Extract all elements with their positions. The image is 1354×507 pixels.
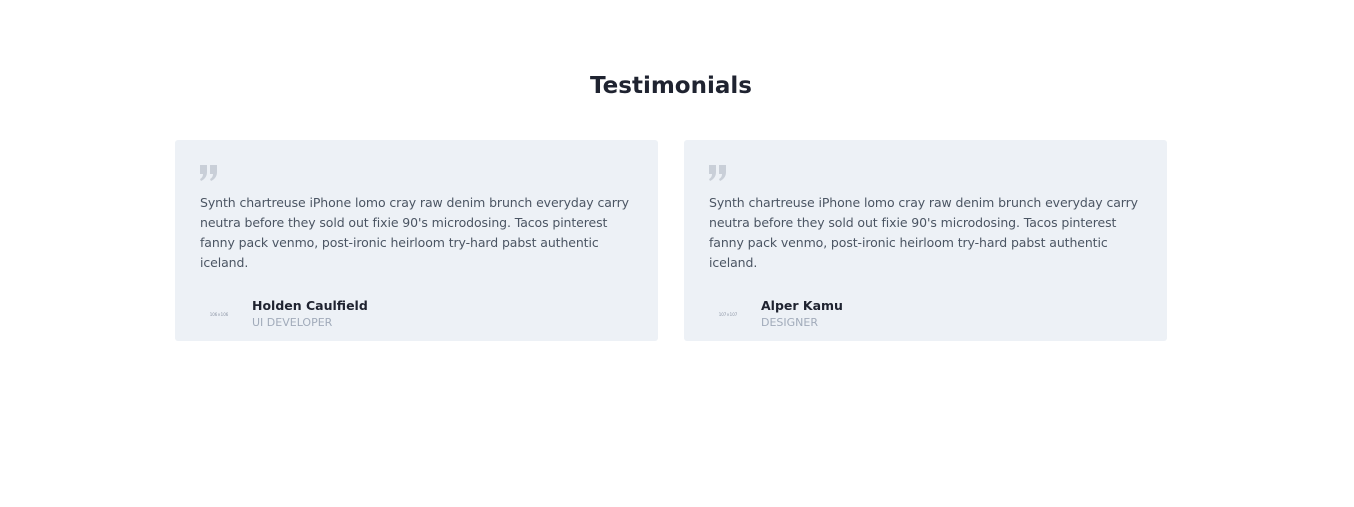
author-info: Holden Caulfield UI DEVELOPER (252, 298, 368, 330)
testimonial-card: Synth chartreuse iPhone lomo cray raw de… (684, 140, 1167, 341)
avatar-placeholder-text: 106×106 (209, 311, 229, 317)
avatar: 107×107 (709, 295, 747, 333)
avatar: 106×106 (200, 295, 238, 333)
author-info: Alper Kamu DESIGNER (761, 298, 843, 330)
testimonial-card: Synth chartreuse iPhone lomo cray raw de… (175, 140, 658, 341)
avatar-placeholder-text: 107×107 (718, 311, 738, 317)
author-role: DESIGNER (761, 316, 818, 329)
testimonial-quote: Synth chartreuse iPhone lomo cray raw de… (709, 195, 1138, 270)
testimonial-quote: Synth chartreuse iPhone lomo cray raw de… (200, 195, 629, 270)
author-name: Holden Caulfield (252, 298, 368, 313)
testimonial-author: 107×107 Alper Kamu DESIGNER (709, 295, 1142, 333)
quote-icon (200, 165, 217, 181)
author-role: UI DEVELOPER (252, 316, 333, 329)
author-name: Alper Kamu (761, 298, 843, 313)
testimonial-author: 106×106 Holden Caulfield UI DEVELOPER (200, 295, 633, 333)
quote-icon (709, 165, 726, 181)
testimonials-section: Testimonials Synth chartreuse iPhone lom… (0, 0, 1354, 507)
section-title: Testimonials (590, 73, 752, 99)
